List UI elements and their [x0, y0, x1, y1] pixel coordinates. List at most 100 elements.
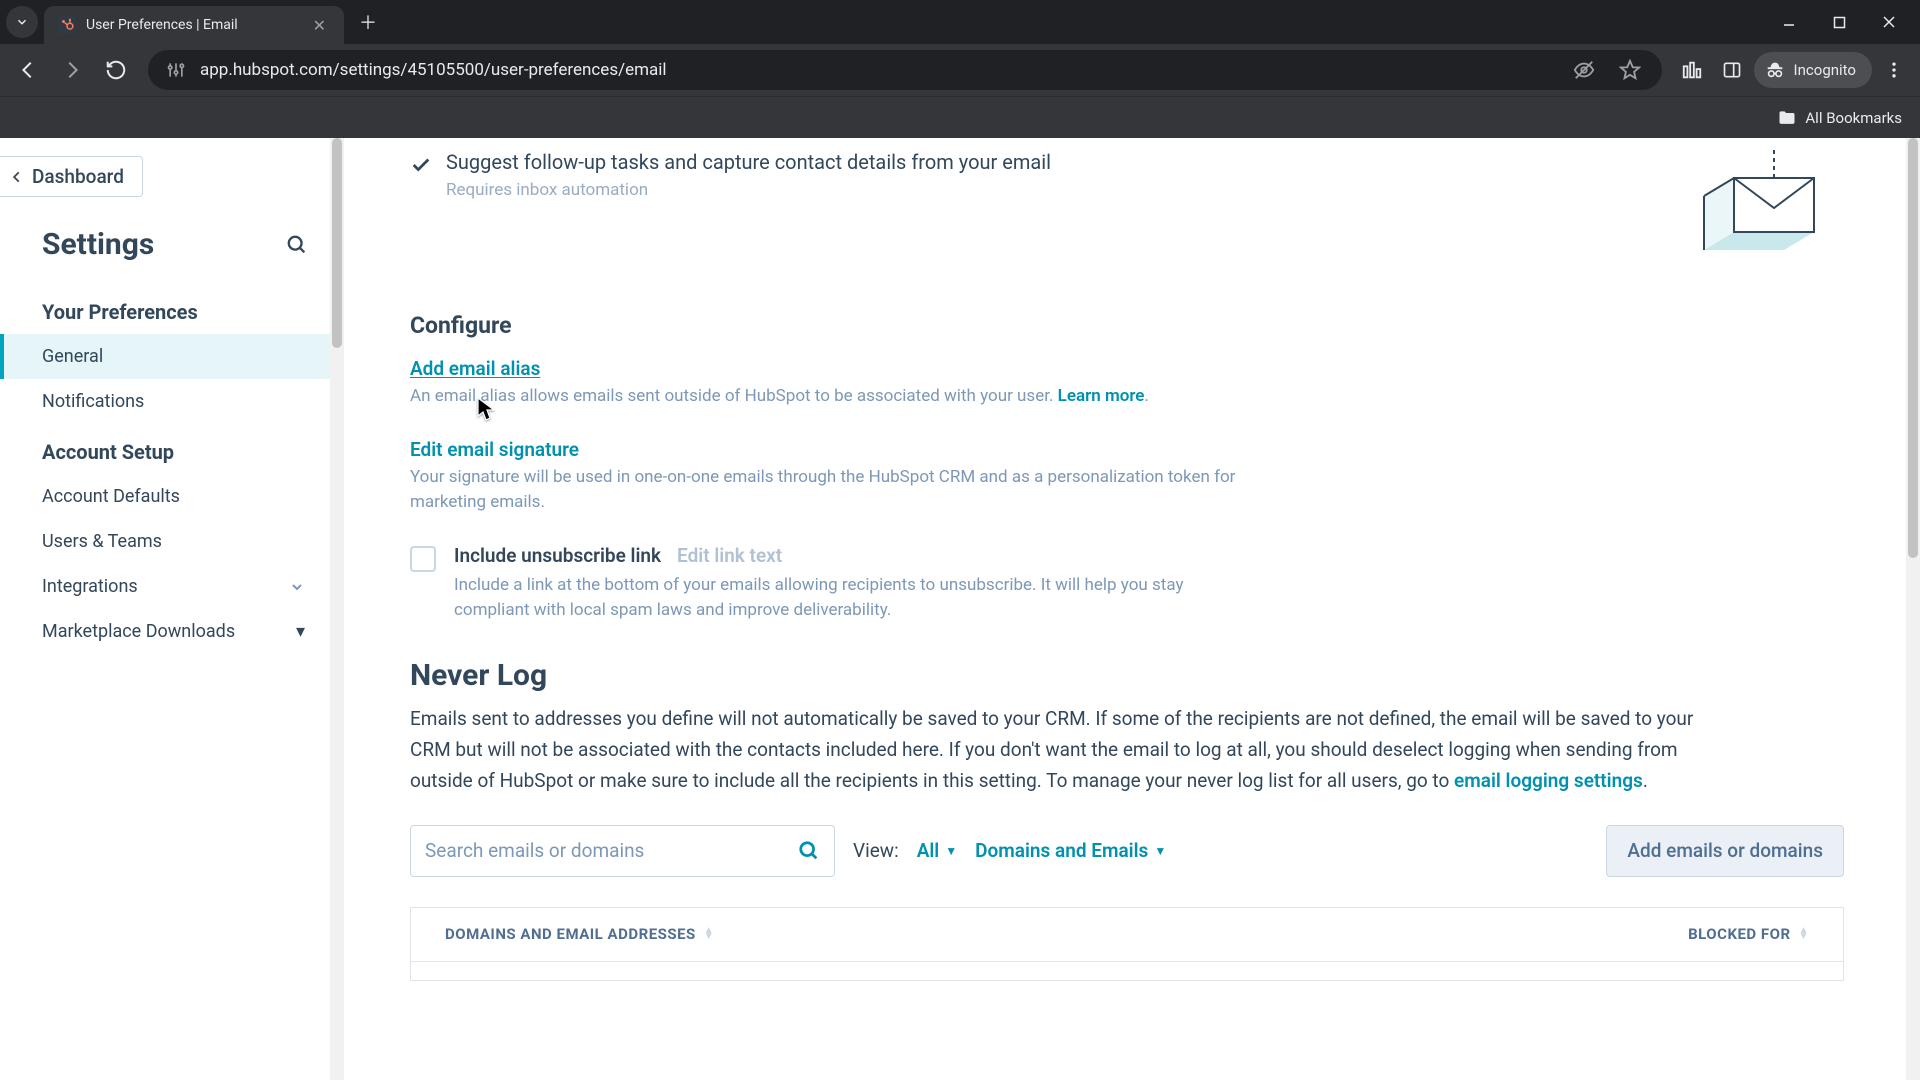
incognito-icon [1764, 59, 1786, 81]
incognito-chip[interactable]: Incognito [1754, 52, 1872, 88]
caret-down-icon: ▼ [1154, 844, 1166, 858]
feature-suggest-followup: Suggest follow-up tasks and capture cont… [410, 150, 1051, 200]
back-button[interactable] [8, 50, 48, 90]
sidebar-item-users-teams[interactable]: Users & Teams [0, 519, 335, 564]
include-unsubscribe-checkbox[interactable] [410, 546, 436, 572]
chevron-left-icon [10, 170, 24, 184]
sidebar-section-preferences: Your Preferences [0, 284, 335, 334]
incognito-label: Incognito [1794, 61, 1856, 79]
settings-search-icon[interactable] [285, 233, 309, 257]
all-bookmarks-label: All Bookmarks [1805, 109, 1902, 127]
never-log-table-body [410, 961, 1844, 981]
browser-tab-strip: User Preferences | Email ✕ ＋ [0, 0, 1920, 44]
folder-icon [1777, 108, 1797, 128]
edit-email-signature-link[interactable]: Edit email signature [410, 438, 579, 461]
sidebar-item-label: Account Defaults [42, 486, 180, 507]
forward-button[interactable] [52, 50, 92, 90]
never-log-description: Emails sent to addresses you define will… [410, 703, 1700, 797]
search-icon[interactable] [798, 840, 820, 862]
url-text: app.hubspot.com/settings/45105500/user-p… [200, 60, 1556, 80]
reload-button[interactable] [96, 50, 136, 90]
sidebar-section-account: Account Setup [0, 424, 335, 474]
tab-search-button[interactable] [6, 6, 38, 38]
caret-down-icon: ▼ [945, 844, 957, 858]
sidebar-item-label: Users & Teams [42, 531, 162, 552]
column-domains-emails[interactable]: Domains and Email Addresses ▲▼ [445, 925, 714, 943]
search-emails-input-wrapper[interactable] [410, 825, 835, 877]
learn-more-link[interactable]: Learn more [1058, 386, 1145, 406]
new-tab-button[interactable]: ＋ [352, 6, 384, 38]
dropdown-value: Domains and Emails [975, 839, 1148, 862]
column-blocked-for[interactable]: Blocked For ▲▼ [1688, 925, 1809, 943]
unsubscribe-label: Include unsubscribe link [454, 544, 661, 567]
sidebar-item-label: General [42, 346, 103, 367]
window-minimize-button[interactable] [1766, 6, 1812, 38]
window-maximize-button[interactable] [1816, 6, 1862, 38]
button-label: Add emails or domains [1627, 839, 1823, 862]
never-log-heading: Never Log [410, 658, 1844, 693]
caret-down-icon: ▾ [296, 621, 305, 642]
search-emails-input[interactable] [425, 839, 798, 862]
back-label: Dashboard [32, 165, 124, 188]
site-settings-icon[interactable] [162, 56, 190, 84]
bookmark-star-icon[interactable] [1612, 52, 1648, 88]
back-to-dashboard-button[interactable]: Dashboard [0, 156, 143, 197]
content-scrollbar[interactable] [1906, 138, 1920, 1080]
period: . [1144, 386, 1148, 406]
window-close-button[interactable] [1866, 6, 1912, 38]
sidebar-item-integrations[interactable]: Integrations [0, 564, 335, 609]
chevron-down-icon [289, 579, 305, 595]
side-panel-icon[interactable] [1714, 52, 1750, 88]
column-label: Domains and Email Addresses [445, 925, 696, 943]
column-label: Blocked For [1688, 925, 1791, 943]
never-log-filter-row: View: All ▼ Domains and Emails ▼ Add ema… [410, 825, 1844, 877]
sidebar-item-label: Notifications [42, 391, 144, 412]
never-log-table-header: Domains and Email Addresses ▲▼ Blocked F… [410, 907, 1844, 961]
sort-icon[interactable]: ▲▼ [1799, 928, 1809, 940]
dropdown-value: All [917, 839, 940, 862]
all-bookmarks-button[interactable]: All Bookmarks [1777, 108, 1902, 128]
scrollbar-thumb[interactable] [332, 138, 342, 348]
window-controls [1766, 6, 1920, 38]
envelope-illustration-icon [1644, 150, 1844, 270]
check-icon [410, 154, 432, 176]
signature-description: Your signature will be used in one-on-on… [410, 465, 1250, 516]
page-viewport: Dashboard Settings Your Preferences Gene… [0, 138, 1920, 1080]
kebab-menu-icon[interactable] [1876, 52, 1912, 88]
view-scope-dropdown[interactable]: Domains and Emails ▼ [975, 839, 1166, 862]
view-all-dropdown[interactable]: All ▼ [917, 839, 957, 862]
bookmarks-bar: All Bookmarks [0, 96, 1920, 138]
alias-description: An email alias allows emails sent outsid… [410, 384, 1250, 410]
alias-desc-text: An email alias allows emails sent outsid… [410, 386, 1058, 406]
hubspot-favicon-icon [58, 16, 76, 34]
sidebar-item-marketplace-downloads[interactable]: Marketplace Downloads ▾ [0, 609, 335, 654]
sidebar-scrollbar[interactable] [330, 138, 344, 1080]
edit-link-text-button[interactable]: Edit link text [677, 544, 782, 567]
settings-heading: Settings [42, 227, 154, 262]
sidebar-item-notifications[interactable]: Notifications [0, 379, 335, 424]
sidebar-item-account-defaults[interactable]: Account Defaults [0, 474, 335, 519]
feature-text: Suggest follow-up tasks and capture cont… [446, 150, 1051, 174]
settings-sidebar: Dashboard Settings Your Preferences Gene… [0, 138, 336, 1080]
settings-content: Suggest follow-up tasks and capture cont… [350, 138, 1904, 1080]
email-logging-settings-link[interactable]: email logging settings [1454, 769, 1643, 792]
configure-heading: Configure [410, 312, 1844, 339]
sort-icon[interactable]: ▲▼ [704, 928, 714, 940]
media-control-icon[interactable] [1674, 52, 1710, 88]
unsubscribe-description: Include a link at the bottom of your ema… [454, 573, 1244, 624]
tab-close-icon[interactable]: ✕ [309, 16, 330, 35]
tab-title: User Preferences | Email [86, 17, 299, 33]
sidebar-item-general[interactable]: General [0, 334, 335, 379]
feature-subtext: Requires inbox automation [446, 180, 1051, 200]
add-emails-domains-button[interactable]: Add emails or domains [1606, 825, 1844, 877]
browser-toolbar: app.hubspot.com/settings/45105500/user-p… [0, 44, 1920, 96]
eye-off-icon[interactable] [1566, 52, 1602, 88]
browser-tab[interactable]: User Preferences | Email ✕ [44, 6, 344, 44]
omnibox[interactable]: app.hubspot.com/settings/45105500/user-p… [148, 50, 1662, 90]
never-log-desc-after: . [1643, 769, 1648, 792]
sidebar-item-label: Integrations [42, 576, 138, 597]
view-label: View: [853, 839, 899, 862]
add-email-alias-link[interactable]: Add email alias [410, 357, 540, 380]
scrollbar-thumb[interactable] [1908, 138, 1918, 558]
sidebar-item-label: Marketplace Downloads [42, 621, 235, 642]
